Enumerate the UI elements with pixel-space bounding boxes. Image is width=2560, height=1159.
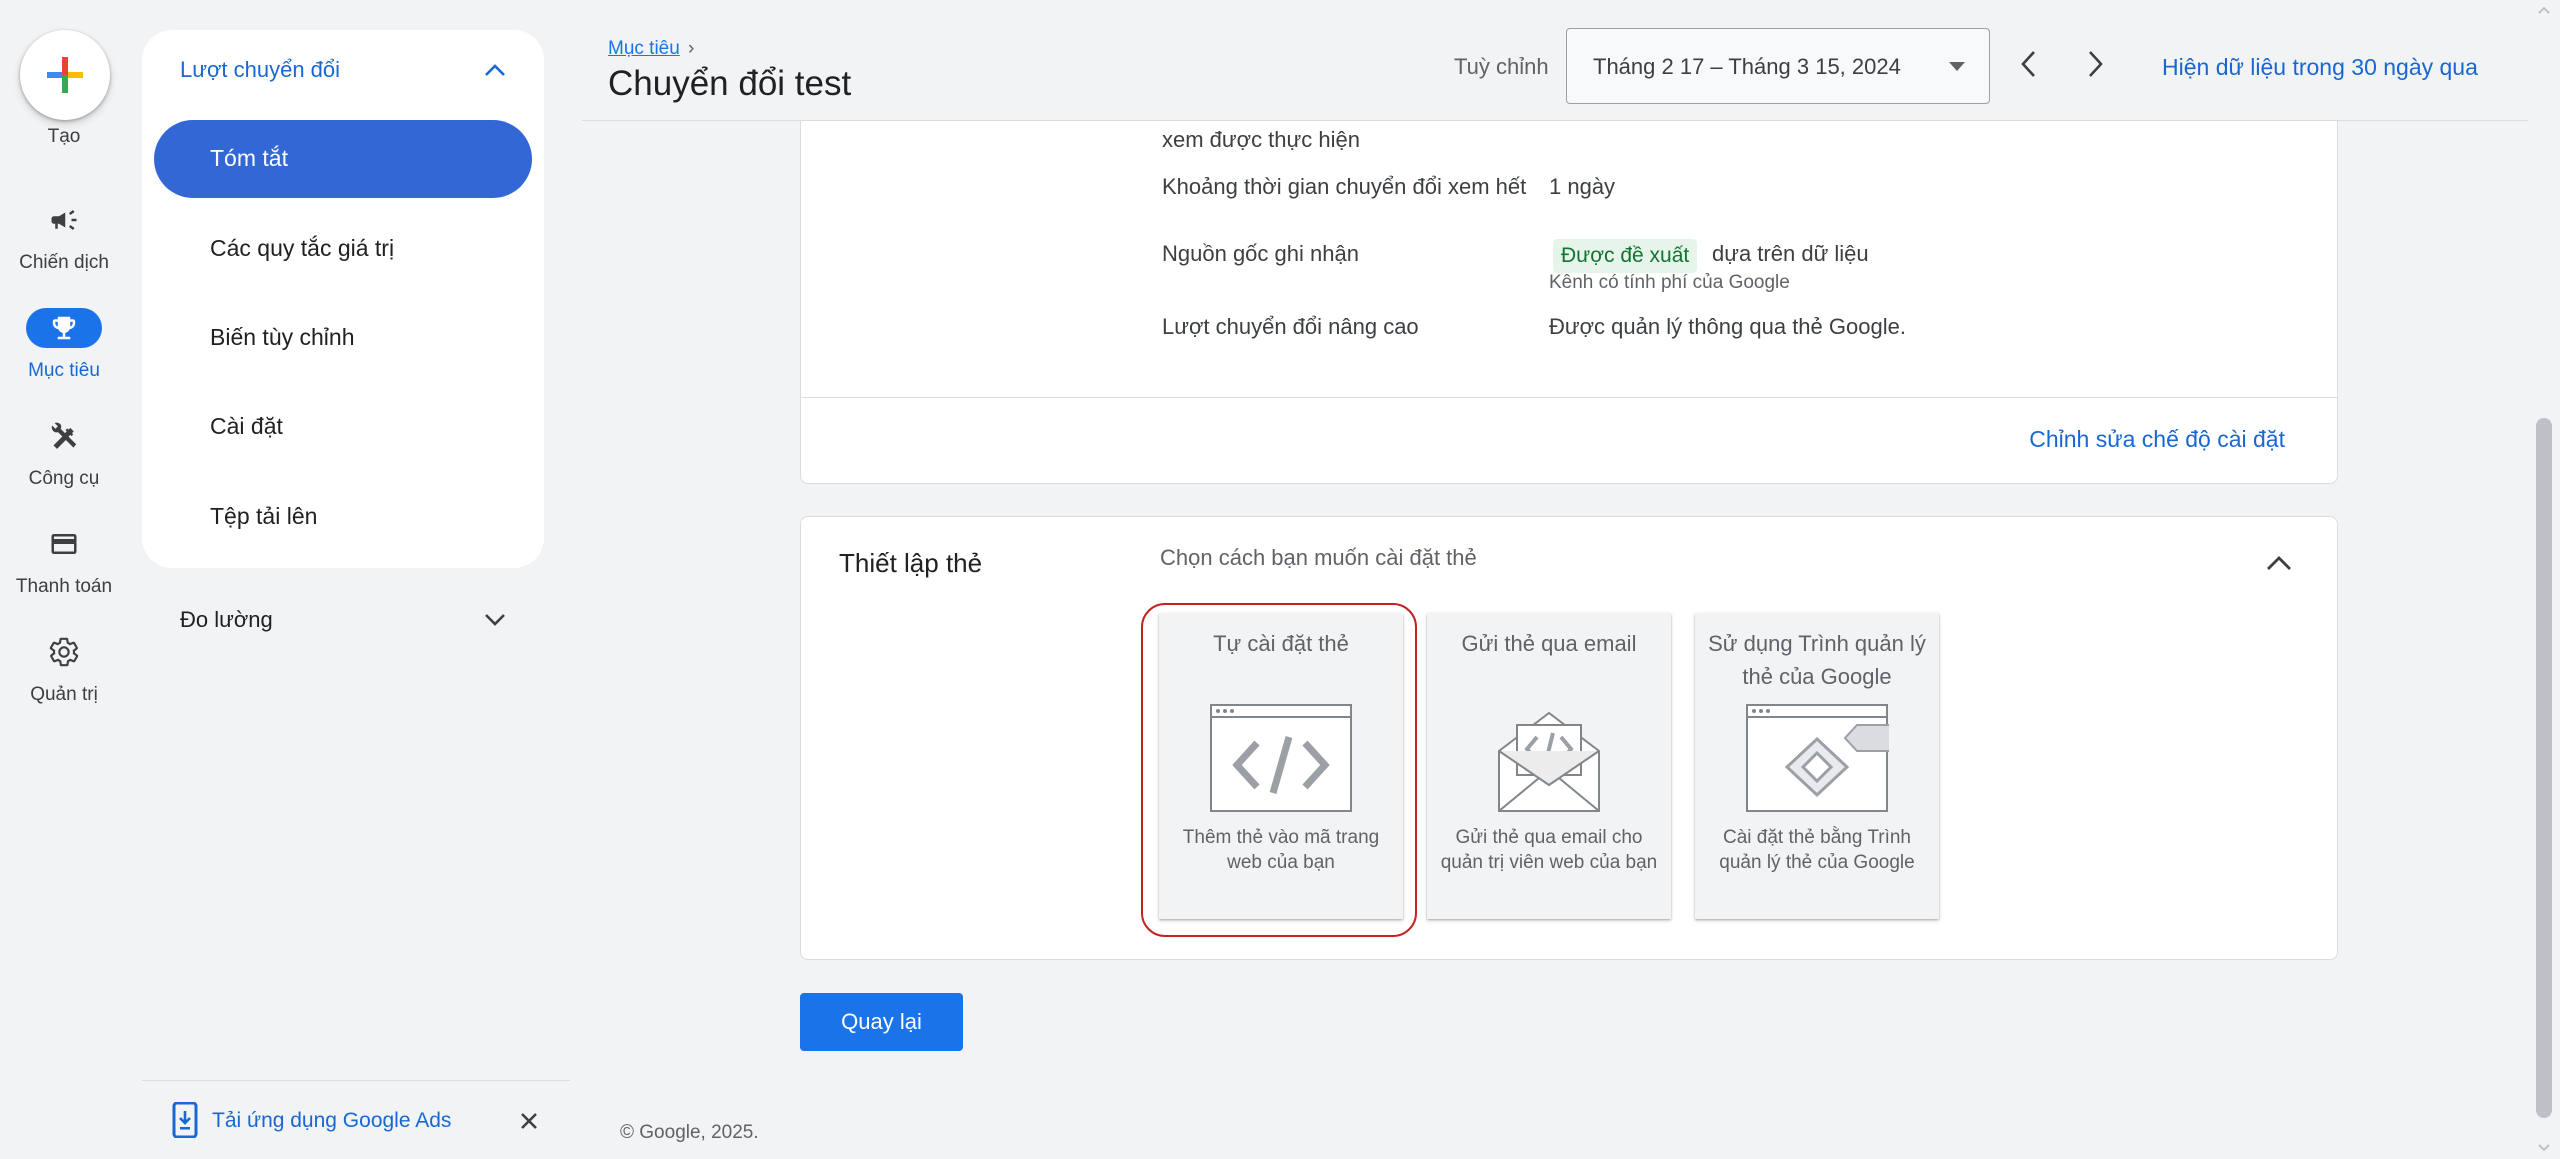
setting-value: dựa trên dữ liệu bbox=[1712, 241, 1869, 266]
subnav-item-label: Cài đặt bbox=[210, 413, 283, 439]
setting-value: Được quản lý thông qua thẻ Google. bbox=[1549, 314, 1906, 339]
setting-label: xem được thực hiện bbox=[1162, 127, 1360, 152]
code-browser-icon bbox=[1210, 704, 1352, 812]
app-download-promo: Tải ứng dụng Google Ads bbox=[142, 1096, 570, 1146]
rail-item-admin[interactable]: Quản trị bbox=[0, 632, 128, 732]
credit-card-icon bbox=[39, 524, 89, 564]
tools-icon bbox=[39, 416, 89, 456]
measurement-section-toggle[interactable]: Đo lường bbox=[142, 580, 544, 660]
rail-item-tools[interactable]: Công cụ bbox=[0, 416, 128, 516]
chevron-up-icon bbox=[485, 64, 505, 76]
previous-period-button[interactable] bbox=[2008, 44, 2048, 84]
plus-icon bbox=[47, 57, 83, 93]
tag-setup-card: Thiết lập thẻ Chọn cách bạn muốn cài đặt… bbox=[800, 516, 2338, 960]
chevron-left-icon bbox=[2021, 51, 2035, 77]
subnav-item-value-rules[interactable]: Các quy tắc giá trị bbox=[154, 210, 532, 288]
subnav-item-label: Các quy tắc giá trị bbox=[210, 235, 395, 261]
rail-label-admin: Quản trị bbox=[30, 684, 98, 705]
chevron-down-icon bbox=[485, 614, 505, 626]
conversion-settings-card: xem được thực hiện Khoảng thời gian chuy… bbox=[800, 100, 2338, 484]
close-icon[interactable] bbox=[514, 1106, 544, 1136]
page-title: Chuyển đổi test bbox=[608, 64, 852, 103]
divider bbox=[801, 397, 2337, 398]
install-tag-yourself-option[interactable]: Tự cài đặt thẻ Thêm thẻ vào mã trang web… bbox=[1159, 613, 1403, 919]
option-title: Gửi thẻ qua email bbox=[1461, 631, 1637, 656]
date-range-type-label: Tuỳ chỉnh bbox=[1454, 54, 1549, 79]
rail-label-billing: Thanh toán bbox=[15, 576, 113, 597]
option-description: Cài đặt thẻ bằng Trình quản lý thẻ của G… bbox=[1719, 827, 1915, 873]
next-period-button[interactable] bbox=[2076, 44, 2116, 84]
divider bbox=[142, 1080, 570, 1081]
scroll-up-arrow[interactable] bbox=[2536, 2, 2552, 18]
option-description: Thêm thẻ vào mã trang web của bạn bbox=[1182, 827, 1380, 873]
recommended-badge: Được đề xuất bbox=[1553, 239, 1698, 273]
conversions-nav-panel: Lượt chuyển đổi Tóm tắt Các quy tắc giá … bbox=[142, 30, 544, 568]
subnav-item-custom-variables[interactable]: Biến tùy chỉnh bbox=[154, 299, 532, 377]
rail-item-goals[interactable]: Mục tiêu bbox=[0, 308, 128, 408]
breadcrumb-goals[interactable]: Mục tiêu bbox=[608, 38, 680, 60]
setting-label: Lượt chuyển đổi nâng cao bbox=[1162, 314, 1419, 339]
setting-value: 1 ngày bbox=[1549, 174, 1616, 199]
caret-down-icon bbox=[1949, 62, 1965, 71]
left-rail: Tạo Chiến dịch Mục tiêu Công cụ Thanh to… bbox=[0, 0, 128, 1159]
date-range-picker[interactable]: Tháng 2 17 – Tháng 3 15, 2024 bbox=[1566, 28, 1990, 104]
option-title: Tự cài đặt thẻ bbox=[1213, 631, 1349, 656]
date-range-value: Tháng 2 17 – Tháng 3 15, 2024 bbox=[1593, 54, 1901, 79]
code-envelope-icon bbox=[1498, 711, 1600, 812]
setting-note: Kênh có tính phí của Google bbox=[1549, 272, 1790, 293]
option-title: Sử dụng Trình quản lý thẻ của Google bbox=[1708, 631, 1926, 689]
rail-item-campaigns[interactable]: Chiến dịch bbox=[0, 200, 128, 300]
trophy-icon bbox=[26, 308, 102, 348]
edit-settings-link[interactable]: Chỉnh sửa chế độ cài đặt bbox=[2029, 426, 2285, 453]
tag-setup-title: Thiết lập thẻ bbox=[839, 548, 983, 578]
subnav-item-uploads[interactable]: Tệp tải lên bbox=[154, 478, 532, 556]
rail-item-billing[interactable]: Thanh toán bbox=[0, 524, 128, 624]
page-header: Mục tiêu › Chuyển đổi test Tuỳ chỉnh Thá… bbox=[582, 0, 2528, 120]
app-download-link[interactable]: Tải ứng dụng Google Ads bbox=[212, 1109, 451, 1133]
option-description: Gửi thẻ qua email cho quản trị viên web … bbox=[1440, 827, 1658, 873]
chevron-up-icon bbox=[2267, 556, 2291, 570]
breadcrumb-separator: › bbox=[688, 38, 695, 59]
setting-label: Khoảng thời gian chuyển đổi xem hết bbox=[1162, 174, 1527, 199]
gear-icon bbox=[39, 632, 89, 672]
subnav-item-label: Tệp tải lên bbox=[210, 503, 318, 529]
rail-label-goals: Mục tiêu bbox=[28, 360, 100, 381]
show-last-30-days-link[interactable]: Hiện dữ liệu trong 30 ngày qua bbox=[2162, 54, 2478, 81]
conversions-section-toggle[interactable]: Lượt chuyển đổi bbox=[142, 30, 544, 110]
measurement-section-title: Đo lường bbox=[180, 607, 273, 632]
megaphone-icon bbox=[39, 200, 89, 240]
setting-label: Nguồn gốc ghi nhận bbox=[1162, 241, 1359, 266]
scrollbar-thumb[interactable] bbox=[2536, 418, 2552, 1118]
back-button[interactable]: Quay lại bbox=[800, 993, 963, 1051]
phone-download-icon bbox=[172, 1102, 198, 1138]
google-tag-manager-option[interactable]: Sử dụng Trình quản lý thẻ của Google Cài… bbox=[1695, 613, 1939, 919]
scroll-down-arrow[interactable] bbox=[2536, 1140, 2552, 1156]
collapse-button[interactable] bbox=[2259, 543, 2299, 583]
subnav-item-label: Tóm tắt bbox=[210, 145, 288, 171]
rail-label-tools: Công cụ bbox=[28, 468, 100, 489]
subnav-item-label: Biến tùy chỉnh bbox=[210, 324, 355, 350]
create-button[interactable] bbox=[20, 30, 110, 120]
tag-manager-icon bbox=[1746, 704, 1889, 812]
create-label: Tạo bbox=[47, 126, 81, 147]
subnav-item-summary[interactable]: Tóm tắt bbox=[154, 120, 532, 198]
footer-copyright: © Google, 2025. bbox=[620, 1122, 759, 1143]
subnav-item-settings[interactable]: Cài đặt bbox=[154, 388, 532, 466]
chevron-right-icon bbox=[2089, 51, 2103, 77]
rail-label-campaigns: Chiến dịch bbox=[19, 252, 109, 273]
email-tag-option[interactable]: Gửi thẻ qua email Gửi thẻ qua email cho … bbox=[1427, 613, 1671, 919]
conversions-section-title: Lượt chuyển đổi bbox=[180, 57, 341, 82]
divider bbox=[582, 120, 2528, 121]
tag-setup-hint: Chọn cách bạn muốn cài đặt thẻ bbox=[1160, 545, 1477, 570]
